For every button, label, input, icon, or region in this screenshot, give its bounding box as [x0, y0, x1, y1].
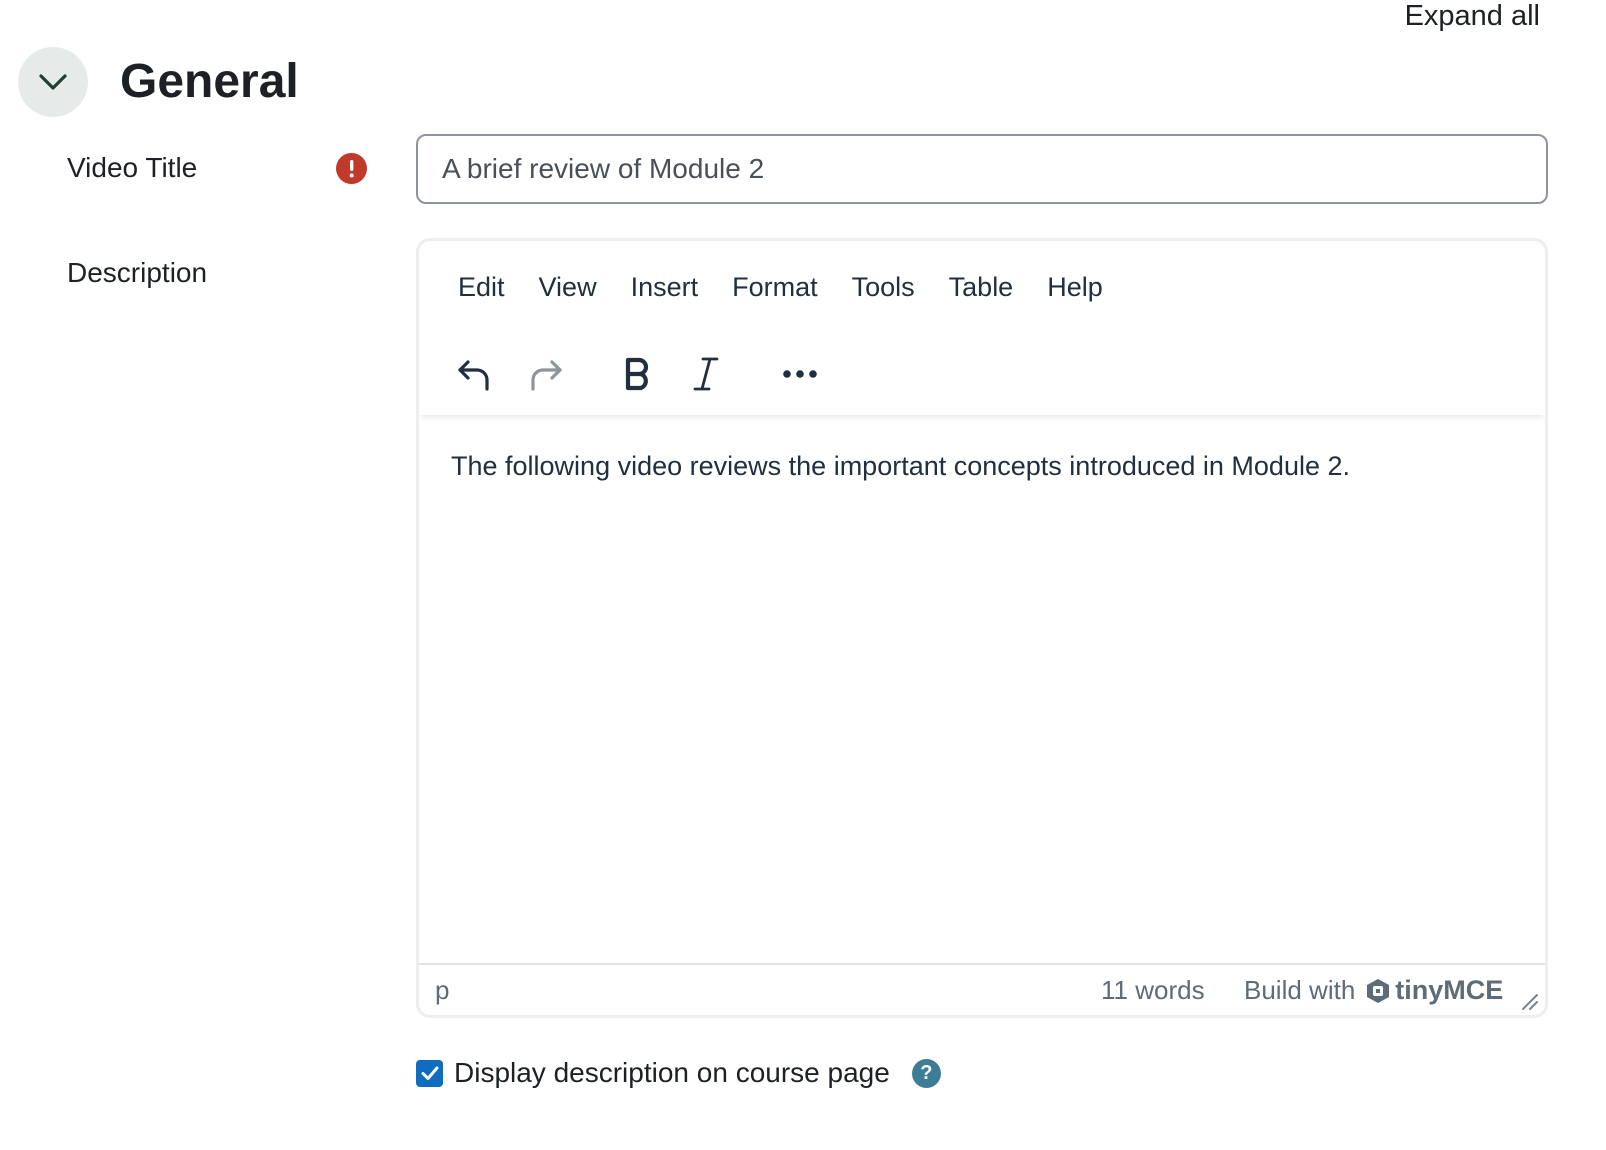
help-icon[interactable]: ?	[911, 1058, 941, 1088]
tinymce-brand-text: tinyMCE	[1395, 975, 1504, 1005]
italic-button[interactable]	[677, 345, 735, 403]
tinymce-branding[interactable]: Build with tinyMCE	[1244, 975, 1503, 1006]
page: Expand all General Video Title Descripti…	[0, 0, 1606, 1150]
menu-view[interactable]: View	[522, 269, 614, 306]
tinymce-logo: tinyMCE	[1365, 975, 1503, 1006]
resize-icon	[1522, 994, 1538, 1010]
undo-icon	[458, 360, 489, 391]
required-icon	[336, 153, 367, 184]
menu-edit[interactable]: Edit	[441, 269, 522, 306]
section-collapse-toggle[interactable]	[18, 47, 88, 117]
video-title-input[interactable]	[416, 134, 1548, 204]
description-label: Description	[67, 257, 208, 288]
menu-table[interactable]: Table	[932, 269, 1031, 306]
word-count[interactable]: 11 words	[1101, 975, 1205, 1006]
italic-icon	[693, 357, 719, 391]
menu-tools[interactable]: Tools	[835, 269, 932, 306]
element-path[interactable]: p	[435, 975, 449, 1006]
video-title-label: Video Title	[67, 152, 198, 183]
display-description-checkbox[interactable]	[416, 1059, 443, 1087]
editor-menubar: Edit View Insert Format Tools Table Help	[441, 269, 1120, 306]
more-button[interactable]	[771, 345, 829, 403]
description-editor: Edit View Insert Format Tools Table Help	[416, 238, 1548, 1018]
section-header: General	[18, 47, 299, 117]
resize-handle[interactable]	[1517, 987, 1539, 1010]
chevron-down-icon	[39, 74, 67, 90]
checkmark-icon	[421, 1066, 438, 1080]
redo-icon	[531, 360, 562, 391]
editor-content[interactable]: The following video reviews the importan…	[451, 449, 1515, 484]
content-paragraph: The following video reviews the importan…	[451, 451, 1350, 481]
tinymce-logo-icon	[1367, 978, 1390, 1003]
display-description-option: Display description on course page ?	[416, 1057, 941, 1089]
menu-format[interactable]: Format	[715, 269, 835, 306]
section-title: General	[120, 55, 299, 108]
bold-icon	[625, 357, 649, 391]
editor-toolbar	[419, 333, 1545, 415]
redo-button[interactable]	[517, 345, 575, 403]
editor-statusbar: p 11 words Build with tinyMCE	[419, 963, 1545, 1015]
build-with-text: Build with	[1244, 975, 1356, 1005]
menu-help[interactable]: Help	[1030, 269, 1120, 306]
display-description-label[interactable]: Display description on course page	[454, 1057, 890, 1089]
expand-all-link[interactable]: Expand all	[1405, 0, 1540, 33]
more-icon	[783, 370, 817, 378]
bold-button[interactable]	[609, 345, 667, 403]
menu-insert[interactable]: Insert	[614, 269, 716, 306]
undo-button[interactable]	[445, 345, 503, 403]
